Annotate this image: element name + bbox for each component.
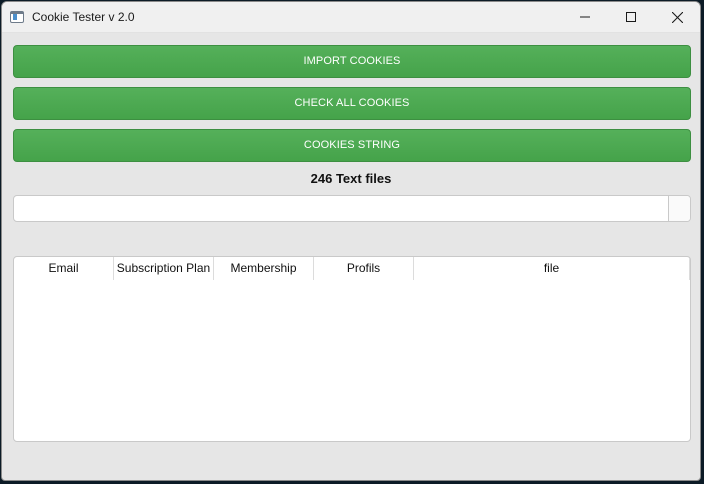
progress-bar-end bbox=[668, 196, 690, 221]
column-header-email[interactable]: Email bbox=[14, 257, 114, 280]
app-window-icon bbox=[10, 11, 24, 23]
column-header-profils[interactable]: Profils bbox=[314, 257, 414, 280]
window-controls bbox=[562, 2, 700, 32]
check-all-cookies-button[interactable]: CHECK ALL COOKIES bbox=[13, 87, 691, 120]
close-button[interactable] bbox=[654, 2, 700, 32]
close-icon bbox=[671, 11, 683, 23]
app-window: Cookie Tester v 2.0 IMPORT COOKIES CHECK… bbox=[1, 1, 701, 481]
minimize-icon bbox=[580, 16, 590, 18]
window-title: Cookie Tester v 2.0 bbox=[32, 10, 135, 24]
column-header-membership[interactable]: Membership bbox=[214, 257, 314, 280]
table-header: Email Subscription Plan Membership Profi… bbox=[14, 257, 690, 280]
title-bar[interactable]: Cookie Tester v 2.0 bbox=[2, 2, 700, 33]
column-header-file[interactable]: file bbox=[414, 257, 690, 280]
main-content: IMPORT COOKIES CHECK ALL COOKIES COOKIES… bbox=[2, 45, 700, 442]
maximize-button[interactable] bbox=[608, 2, 654, 32]
import-cookies-button[interactable]: IMPORT COOKIES bbox=[13, 45, 691, 78]
progress-bar bbox=[13, 195, 691, 222]
column-header-subscription-plan[interactable]: Subscription Plan bbox=[114, 257, 214, 280]
minimize-button[interactable] bbox=[562, 2, 608, 32]
results-table[interactable]: Email Subscription Plan Membership Profi… bbox=[13, 256, 691, 442]
maximize-icon bbox=[626, 12, 636, 22]
file-count-label: 246 Text files bbox=[310, 171, 392, 186]
cookies-string-button[interactable]: COOKIES STRING bbox=[13, 129, 691, 162]
